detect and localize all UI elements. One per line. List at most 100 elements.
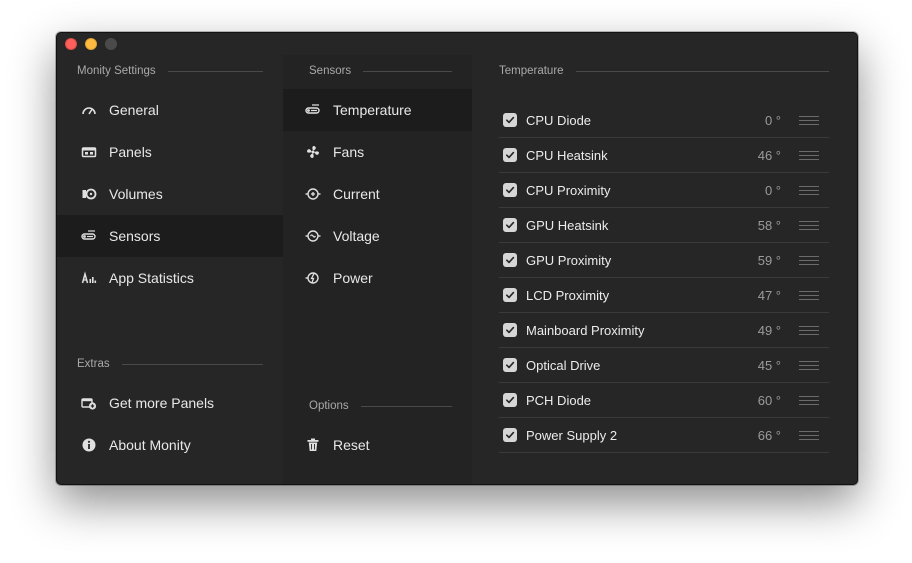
sensor-row[interactable]: CPU Diode 0 ° <box>499 103 829 138</box>
sensor-enabled-checkbox[interactable] <box>503 253 517 267</box>
sidebar-item-app-statistics[interactable]: App Statistics <box>57 257 283 299</box>
checkmark-icon <box>506 431 515 439</box>
sensor-name: CPU Heatsink <box>526 147 608 163</box>
sensor-row[interactable]: Power Supply 2 66 ° <box>499 418 829 453</box>
sidebar-item-get-more-panels[interactable]: Get more Panels <box>57 382 283 424</box>
section-divider <box>121 363 263 365</box>
sidebar-item-label: App Statistics <box>109 270 194 286</box>
sensor-enabled-checkbox[interactable] <box>503 428 517 442</box>
sensor-row[interactable]: GPU Heatsink 58 ° <box>499 208 829 243</box>
sidebar-item-general[interactable]: General <box>57 89 283 131</box>
sensor-enabled-checkbox[interactable] <box>503 218 517 232</box>
sensor-name: LCD Proximity <box>526 287 610 303</box>
gauge-icon <box>81 102 97 118</box>
temperature-section-header: Temperature <box>499 65 829 77</box>
extras-section-header: Extras <box>77 358 263 370</box>
sensor-type-list: Sensors Temperature Fans Current Voltage… <box>283 55 472 484</box>
power-icon <box>305 270 321 286</box>
sensor-type-fans[interactable]: Fans <box>283 131 472 173</box>
sensor-value: 0 ° <box>764 182 781 198</box>
section-divider <box>575 70 829 72</box>
sensor-name: CPU Diode <box>526 112 592 128</box>
drag-handle-icon[interactable] <box>799 290 819 300</box>
reset-label: Reset <box>333 437 370 453</box>
sensor-name: GPU Proximity <box>526 252 612 268</box>
title-bar <box>57 33 857 55</box>
drag-handle-icon[interactable] <box>799 150 819 160</box>
extras-section-title: Extras <box>77 358 110 370</box>
sensor-row[interactable]: Optical Drive 45 ° <box>499 348 829 383</box>
sensor-row[interactable]: PCH Diode 60 ° <box>499 383 829 418</box>
sensor-type-voltage[interactable]: Voltage <box>283 215 472 257</box>
add-panel-icon <box>81 395 97 411</box>
settings-section-header: Monity Settings <box>77 65 263 77</box>
sensor-type-label: Voltage <box>333 228 380 244</box>
sensor-row[interactable]: Mainboard Proximity 49 ° <box>499 313 829 348</box>
checkmark-icon <box>506 326 515 334</box>
drag-handle-icon[interactable] <box>799 325 819 335</box>
sensor-value: 47 ° <box>757 287 781 303</box>
close-window-button[interactable] <box>65 38 77 50</box>
sensor-row[interactable]: CPU Proximity 0 ° <box>499 173 829 208</box>
sensor-name: GPU Heatsink <box>526 217 609 233</box>
sidebar-item-label: General <box>109 102 159 118</box>
volume-drive-icon <box>81 186 97 202</box>
current-icon <box>305 186 321 202</box>
checkmark-icon <box>506 116 515 124</box>
settings-section-title: Monity Settings <box>77 65 156 77</box>
section-divider <box>167 70 263 72</box>
sensor-enabled-checkbox[interactable] <box>503 323 517 337</box>
sidebar-item-label: Panels <box>109 144 152 160</box>
checkmark-icon <box>506 256 515 264</box>
sensors-section-title: Sensors <box>309 65 352 77</box>
sensor-name: CPU Proximity <box>526 182 611 198</box>
trash-icon <box>305 437 321 453</box>
options-section-title: Options <box>309 400 349 412</box>
sensor-enabled-checkbox[interactable] <box>503 183 517 197</box>
sensor-enabled-checkbox[interactable] <box>503 113 517 127</box>
sensor-row[interactable]: LCD Proximity 47 ° <box>499 278 829 313</box>
fan-icon <box>305 144 321 160</box>
reset-button[interactable]: Reset <box>283 424 472 466</box>
drag-handle-icon[interactable] <box>799 255 819 265</box>
drag-handle-icon[interactable] <box>799 185 819 195</box>
sidebar-item-sensors[interactable]: Sensors <box>57 215 283 257</box>
checkmark-icon <box>506 361 515 369</box>
sensor-name: Power Supply 2 <box>526 427 618 443</box>
sensor-type-current[interactable]: Current <box>283 173 472 215</box>
info-icon <box>81 437 97 453</box>
sensors-section-header: Sensors <box>309 65 452 77</box>
sensor-enabled-checkbox[interactable] <box>503 358 517 372</box>
checkmark-icon <box>506 291 515 299</box>
sensor-type-temperature[interactable]: Temperature <box>283 89 472 131</box>
drag-handle-icon[interactable] <box>799 395 819 405</box>
sensor-type-label: Temperature <box>333 102 412 118</box>
sensor-enabled-checkbox[interactable] <box>503 393 517 407</box>
drag-handle-icon[interactable] <box>799 360 819 370</box>
sensor-value: 49 ° <box>757 322 781 338</box>
sensor-row[interactable]: CPU Heatsink 46 ° <box>499 138 829 173</box>
sensor-value: 60 ° <box>757 392 781 408</box>
sidebar-item-volumes[interactable]: Volumes <box>57 173 283 215</box>
sensor-row[interactable]: GPU Proximity 59 ° <box>499 243 829 278</box>
monity-settings-window: Monity Settings General Panels Volumes S… <box>56 32 858 485</box>
sidebar-item-about-monity[interactable]: About Monity <box>57 424 283 466</box>
drag-handle-icon[interactable] <box>799 220 819 230</box>
drag-handle-icon[interactable] <box>799 115 819 125</box>
sidebar-item-label: Get more Panels <box>109 395 215 411</box>
sensor-type-power[interactable]: Power <box>283 257 472 299</box>
sensor-enabled-checkbox[interactable] <box>503 288 517 302</box>
drag-handle-icon[interactable] <box>799 430 819 440</box>
zoom-window-button[interactable] <box>105 38 117 50</box>
voltage-icon <box>305 228 321 244</box>
settings-sidebar: Monity Settings General Panels Volumes S… <box>57 55 283 484</box>
options-section-header: Options <box>309 400 452 412</box>
sensor-type-label: Power <box>333 270 373 286</box>
sensor-name: Mainboard Proximity <box>526 322 645 338</box>
thermometer-icon <box>305 102 321 118</box>
sensor-enabled-checkbox[interactable] <box>503 148 517 162</box>
section-divider <box>363 70 452 72</box>
minimize-window-button[interactable] <box>85 38 97 50</box>
sidebar-item-panels[interactable]: Panels <box>57 131 283 173</box>
sidebar-item-label: Volumes <box>109 186 163 202</box>
